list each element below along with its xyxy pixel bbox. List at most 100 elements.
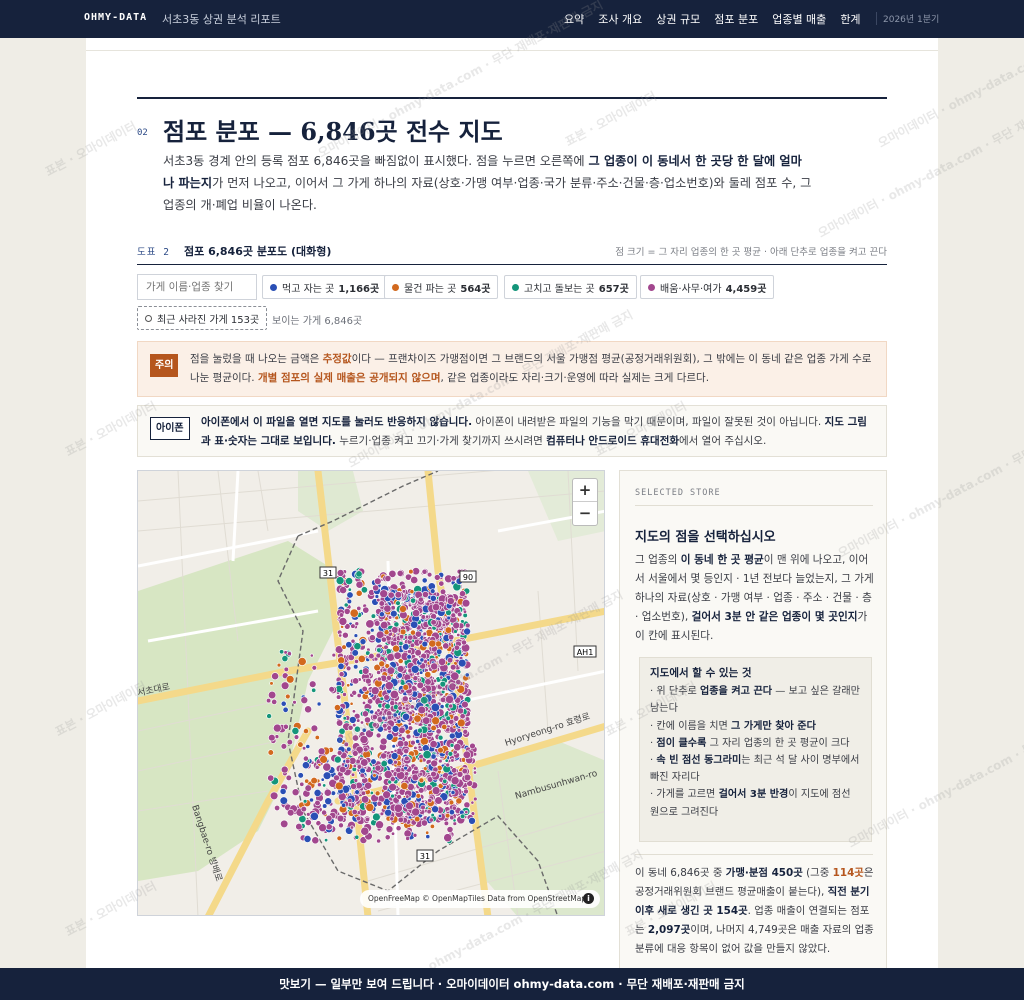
store-dot[interactable] xyxy=(422,631,427,637)
store-dot[interactable] xyxy=(347,587,352,592)
store-dot[interactable] xyxy=(400,781,409,790)
store-dot[interactable] xyxy=(384,703,391,710)
map-canvas[interactable]: 31 90 AH1 31 서초대로 Hyoryeong-ro 효령로 Nambu… xyxy=(138,471,605,916)
store-dot[interactable] xyxy=(311,836,320,845)
store-dot[interactable] xyxy=(314,734,320,740)
store-dot[interactable] xyxy=(425,601,431,607)
store-dot[interactable] xyxy=(396,794,402,800)
store-dot[interactable] xyxy=(417,596,424,603)
nav-link-sales[interactable]: 업종별 매출 xyxy=(772,11,826,27)
store-dot[interactable] xyxy=(390,610,398,618)
store-search-input[interactable] xyxy=(137,274,257,300)
store-dot[interactable] xyxy=(266,698,272,704)
store-dot[interactable] xyxy=(280,681,290,690)
store-dot[interactable] xyxy=(420,804,426,811)
store-dot[interactable] xyxy=(419,657,425,663)
store-dot[interactable] xyxy=(276,662,282,668)
store-dot[interactable] xyxy=(388,783,397,792)
store-dot[interactable] xyxy=(352,677,360,685)
store-dot[interactable] xyxy=(450,758,455,763)
store-dot[interactable] xyxy=(365,630,372,636)
store-dot[interactable] xyxy=(456,727,462,733)
store-dot[interactable] xyxy=(292,700,297,705)
store-dot[interactable] xyxy=(441,622,446,627)
store-dot[interactable] xyxy=(267,774,275,782)
store-dot[interactable] xyxy=(352,734,360,742)
store-dot[interactable] xyxy=(364,781,372,790)
store-dot[interactable] xyxy=(422,716,431,725)
store-dot[interactable] xyxy=(411,807,421,817)
nav-link-limits[interactable]: 한계 xyxy=(840,11,860,27)
store-dot[interactable] xyxy=(360,758,369,767)
store-dot[interactable] xyxy=(335,576,345,585)
store-dot[interactable] xyxy=(448,703,454,709)
store-dot[interactable] xyxy=(393,803,403,813)
store-dot[interactable] xyxy=(354,658,359,664)
store-dot[interactable] xyxy=(282,723,289,730)
store-dot[interactable] xyxy=(426,809,432,815)
store-dot[interactable] xyxy=(462,612,468,618)
store-dot[interactable] xyxy=(356,718,361,723)
store-dot[interactable] xyxy=(425,784,433,792)
store-dot[interactable] xyxy=(463,801,471,809)
store-dot[interactable] xyxy=(405,836,410,841)
store-dot[interactable] xyxy=(319,755,328,764)
store-dot[interactable] xyxy=(297,657,307,666)
store-dot[interactable] xyxy=(407,649,412,654)
store-dot[interactable] xyxy=(361,710,369,718)
store-dot[interactable] xyxy=(473,796,478,802)
store-dot[interactable] xyxy=(445,694,454,704)
store-dot[interactable] xyxy=(399,628,407,636)
store-dot[interactable] xyxy=(405,801,414,811)
store-dot[interactable] xyxy=(351,808,358,815)
store-dot[interactable] xyxy=(367,698,374,705)
store-dot[interactable] xyxy=(420,696,429,705)
store-dot[interactable] xyxy=(287,809,295,817)
store-dot[interactable] xyxy=(396,672,403,679)
store-dot[interactable] xyxy=(384,575,392,582)
store-dot[interactable] xyxy=(372,812,381,822)
store-dot[interactable] xyxy=(451,767,458,774)
store-dot[interactable] xyxy=(322,771,332,780)
store-dot[interactable] xyxy=(379,737,388,746)
store-dot[interactable] xyxy=(393,651,402,660)
store-dot[interactable] xyxy=(450,790,456,795)
store-dot[interactable] xyxy=(396,570,404,577)
store-dot[interactable] xyxy=(430,588,436,594)
store-dot[interactable] xyxy=(409,704,415,710)
store-dot[interactable] xyxy=(324,797,332,806)
store-dot[interactable] xyxy=(350,623,356,629)
store-dot[interactable] xyxy=(410,739,416,746)
store-dot[interactable] xyxy=(371,714,378,721)
store-dot[interactable] xyxy=(362,667,370,675)
store-dot[interactable] xyxy=(297,772,304,779)
store-dot[interactable] xyxy=(317,747,326,756)
store-dot[interactable] xyxy=(431,805,439,814)
store-dot[interactable] xyxy=(269,791,279,800)
store-dot[interactable] xyxy=(393,717,397,722)
store-dot[interactable] xyxy=(453,629,458,634)
store-dot[interactable] xyxy=(336,835,343,841)
store-dot[interactable] xyxy=(448,799,455,806)
store-dot[interactable] xyxy=(266,713,272,719)
store-dot[interactable] xyxy=(280,819,289,829)
store-dot[interactable] xyxy=(351,690,357,696)
store-dot[interactable] xyxy=(445,715,451,721)
store-dot[interactable] xyxy=(413,765,419,772)
filter-chip-food-lodging[interactable]: 먹고 자는 곳 1,166곳 xyxy=(262,275,388,299)
store-dot[interactable] xyxy=(424,678,432,686)
store-dot[interactable] xyxy=(372,773,377,778)
store-dot[interactable] xyxy=(420,736,429,746)
store-dot[interactable] xyxy=(309,797,314,803)
store-dot[interactable] xyxy=(441,723,448,730)
store-dot[interactable] xyxy=(439,680,446,688)
store-dot[interactable] xyxy=(342,631,349,639)
store-dot[interactable] xyxy=(410,620,419,629)
store-dot[interactable] xyxy=(369,709,375,715)
store-dot[interactable] xyxy=(408,568,414,575)
store-dot[interactable] xyxy=(353,642,362,651)
store-dot[interactable] xyxy=(437,734,444,741)
store-dot[interactable] xyxy=(389,816,395,822)
store-dot[interactable] xyxy=(425,834,431,839)
store-dot[interactable] xyxy=(388,628,393,633)
